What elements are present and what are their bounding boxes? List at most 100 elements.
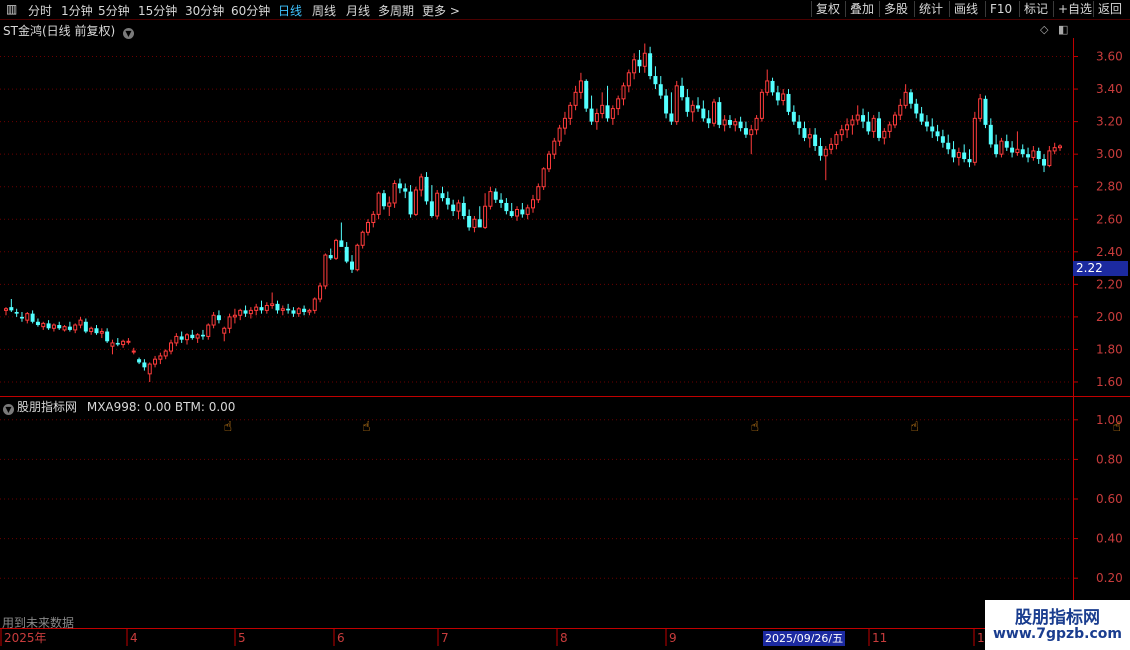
candle-body (802, 128, 807, 138)
candle (397, 178, 402, 194)
candle-body (626, 72, 631, 87)
candle-body (334, 239, 339, 259)
candle-body (264, 305, 269, 311)
candle-body (169, 342, 174, 352)
candle-body (637, 59, 642, 67)
candle (930, 118, 935, 138)
candle (216, 310, 221, 324)
candle-body (504, 202, 509, 212)
candle (637, 50, 642, 73)
y-tick-label: 2.40 (1096, 245, 1123, 259)
indicator-name: 股朋指标网 (17, 400, 78, 414)
candle (829, 137, 834, 155)
candle-body (163, 350, 168, 357)
candle-body (733, 121, 738, 126)
candle-body (419, 176, 424, 191)
candle-body (78, 319, 83, 326)
hand-pointer-icon: ☝ (1113, 419, 1122, 435)
candle (200, 329, 205, 340)
candle (392, 180, 397, 208)
candle-body (781, 93, 786, 101)
candle (903, 84, 908, 109)
candle-body (424, 176, 429, 202)
candle (706, 110, 711, 129)
candle-body (706, 118, 711, 124)
candle (919, 106, 924, 125)
candle (823, 146, 828, 181)
candle-body (818, 146, 823, 156)
candle (14, 308, 19, 317)
candle-body (286, 308, 291, 311)
candle (978, 93, 983, 122)
candle-body (456, 202, 461, 212)
candle-body (765, 80, 770, 93)
candle-body (291, 310, 296, 314)
candle-body (206, 324, 211, 337)
candle-body (392, 182, 397, 204)
candle-body (216, 315, 221, 321)
candle (552, 137, 557, 160)
candle-body (445, 198, 450, 205)
y-tick-label: 0.60 (1096, 492, 1123, 506)
candle-body (376, 192, 381, 215)
candle-body (594, 112, 599, 123)
candle-body (296, 308, 301, 315)
chevron-down-icon[interactable]: ▼ (3, 404, 14, 415)
candle (765, 69, 770, 96)
candle-body (339, 240, 344, 247)
candle (94, 325, 99, 335)
candle (935, 124, 940, 142)
x-tick-label: 5 (238, 631, 246, 645)
cursor-date-label: 2025/09/26/五 (763, 631, 846, 646)
candle-body (461, 202, 466, 216)
candle (163, 349, 168, 360)
candle-body (759, 91, 764, 119)
candle-body (642, 52, 647, 67)
candle-body (839, 129, 844, 136)
candle (956, 147, 961, 166)
candle-body (589, 108, 594, 122)
candle (46, 320, 51, 330)
candle (1004, 134, 1009, 151)
candle-body (743, 128, 748, 135)
candle-body (243, 310, 248, 314)
candle (546, 150, 551, 173)
candle-body (89, 327, 94, 333)
candle-body (323, 254, 328, 287)
candle-body (94, 328, 99, 334)
candle-body (520, 209, 525, 215)
candle-body (738, 121, 743, 129)
x-tick-label: 11 (872, 631, 887, 645)
candle-body (1004, 141, 1009, 148)
candle-body (227, 316, 232, 329)
candle (818, 137, 823, 161)
candle-body (1020, 149, 1025, 155)
x-tick-label: 8 (560, 631, 568, 645)
candle (589, 95, 594, 125)
candle (1010, 141, 1015, 158)
candle-body (541, 168, 546, 188)
candle (1031, 146, 1036, 161)
candle-body (940, 136, 945, 143)
candle-body (238, 309, 243, 316)
kline-chart[interactable]: 3.60 3.40 3.20 3.00 2.80 2.60 2.40 2.20 2.00 1.80… (0, 0, 1130, 650)
candle-body (946, 142, 951, 150)
candle-body (131, 350, 136, 353)
indicator-title[interactable]: ▼ 股朋指标网 MXA998: 0.00 BTM: 0.00 (3, 398, 235, 415)
watermark-title: 股朋指标网 (1015, 608, 1100, 628)
candle-body (1015, 148, 1020, 154)
candle-body (898, 104, 903, 116)
candle-body (387, 202, 392, 207)
candle (642, 43, 647, 73)
candle (754, 115, 759, 135)
candle-body (350, 261, 355, 270)
candle (493, 188, 498, 203)
candle (1047, 146, 1052, 168)
candle (419, 173, 424, 197)
candle-body (685, 97, 690, 112)
candle (509, 202, 514, 218)
candle-body (653, 76, 658, 85)
y-tick-label: 1.80 (1096, 342, 1123, 356)
candle-body (179, 336, 184, 340)
candle-body (711, 101, 716, 124)
